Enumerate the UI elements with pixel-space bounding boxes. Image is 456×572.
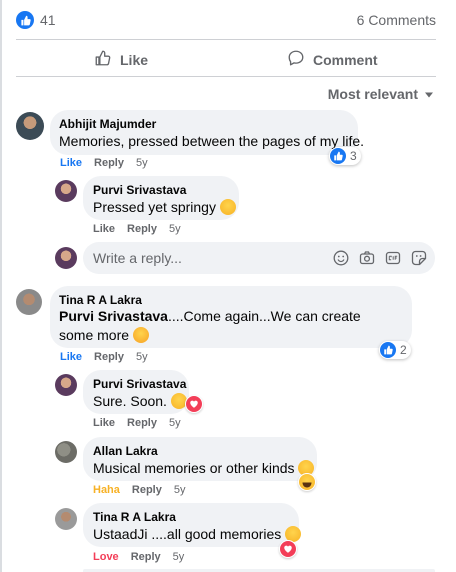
like-reaction-icon [330, 148, 346, 164]
comment-text: Sure. Soon. [93, 392, 187, 411]
comment-author[interactable]: Tina R A Lakra [59, 292, 142, 308]
reaction-summary[interactable]: 41 [16, 11, 56, 29]
comments-count[interactable]: 6 Comments [357, 12, 436, 28]
comment-reply-link[interactable]: Reply [131, 551, 161, 563]
heart-icon [186, 396, 202, 412]
comment-bubble-3: Tina R A Lakra Purvi Srivastava....Come … [50, 286, 412, 348]
comment-reactions-1[interactable]: 3 [329, 147, 361, 165]
comment-reply-link[interactable]: Reply [132, 484, 162, 496]
comment-like-link[interactable]: Haha [93, 484, 120, 496]
sort-dropdown[interactable]: Most relevant [328, 86, 434, 102]
comment-author[interactable]: Purvi Srivastava [93, 182, 186, 198]
comment-reply-link[interactable]: Reply [94, 351, 124, 363]
comment-meta-1: Like Reply 5y [60, 157, 148, 169]
divider-top [16, 39, 436, 40]
like-thumb-icon [94, 49, 112, 70]
comment-text: Pressed yet springy [93, 198, 236, 217]
avatar-tina[interactable] [55, 508, 77, 530]
comment-meta-3: Like Reply 5y [60, 351, 148, 363]
divider-bottom [16, 76, 436, 77]
comment-author[interactable]: Allan Lakra [93, 443, 158, 459]
comment-text-content: Sure. Soon. [93, 393, 167, 409]
comment-like-link[interactable]: Like [60, 351, 82, 363]
avatar-purvi[interactable] [55, 180, 77, 202]
comment-text-content: Musical memories or other kinds [93, 460, 295, 476]
avatar-tina[interactable] [16, 289, 42, 315]
comment-timestamp[interactable]: 5y [173, 551, 185, 563]
gif-icon[interactable] [385, 250, 401, 266]
avatar-current-user [55, 247, 77, 269]
reaction-count: 2 [400, 343, 407, 357]
comment-text-content: UstaadJi ....all good memories [93, 526, 282, 542]
left-border [0, 0, 2, 572]
comment-reply-link[interactable]: Reply [127, 417, 157, 429]
comment-like-link[interactable]: Like [93, 417, 115, 429]
comment-text: Musical memories or other kinds [93, 459, 315, 478]
heart-icon [280, 541, 296, 557]
like-button[interactable]: Like [94, 49, 148, 70]
smile-emoji-icon [219, 199, 236, 215]
comment-button-label: Comment [313, 51, 378, 68]
love-reaction-badge[interactable] [185, 395, 203, 413]
reply-placeholder: Write a reply... [93, 250, 182, 266]
comment-like-link[interactable]: Love [93, 551, 119, 563]
reply-tools [333, 250, 427, 266]
like-reaction-icon [380, 342, 396, 358]
comment-author[interactable]: Abhijit Majumder [59, 116, 156, 132]
comment-text: Memories, pressed between the pages of m… [59, 133, 365, 149]
comment-reply-link[interactable]: Reply [127, 223, 157, 235]
likes-count: 41 [40, 12, 56, 28]
comment-bubble-5: Allan Lakra Musical memories or other ki… [83, 437, 317, 481]
comment-button[interactable]: Comment [287, 49, 378, 70]
camera-icon[interactable] [359, 250, 375, 266]
kiss-emoji-icon [132, 327, 149, 343]
comment-bubble-6: Tina R A Lakra UstaadJi ....all good mem… [83, 503, 302, 547]
comment-text-content: Pressed yet springy [93, 199, 216, 215]
avatar-allan[interactable] [55, 441, 77, 463]
comment-timestamp[interactable]: 5y [174, 484, 186, 496]
comment-text: Purvi Srivastava....Come again...We can … [59, 307, 379, 345]
comment-author[interactable]: Purvi Srivastava [93, 376, 186, 392]
comment-meta-4: Like Reply 5y [93, 417, 181, 429]
reply-input[interactable]: Write a reply... [83, 242, 435, 274]
comment-text: UstaadJi ....all good memories [93, 525, 302, 544]
sort-label: Most relevant [327, 86, 418, 102]
haha-reaction-badge[interactable] [298, 473, 316, 491]
mention-link[interactable]: Purvi Srivastava [59, 308, 168, 324]
comment-reply-link[interactable]: Reply [94, 157, 124, 169]
sticker-icon[interactable] [411, 250, 427, 266]
comment-meta-2: Like Reply 5y [93, 223, 181, 235]
avatar-purvi[interactable] [55, 374, 77, 396]
comment-icon [287, 49, 305, 70]
like-button-label: Like [120, 51, 149, 68]
comment-timestamp[interactable]: 5y [169, 417, 181, 429]
chevron-down-icon [424, 86, 434, 102]
comment-author[interactable]: Tina R A Lakra [93, 509, 176, 525]
comment-like-link[interactable]: Like [93, 223, 115, 235]
like-reaction-icon [16, 11, 34, 29]
comment-timestamp[interactable]: 5y [136, 351, 148, 363]
comment-like-link[interactable]: Like [60, 157, 82, 169]
emoji-icon[interactable] [333, 250, 349, 266]
comment-reactions-3[interactable]: 2 [379, 341, 411, 359]
haha-icon [299, 474, 315, 490]
reaction-count: 3 [350, 149, 357, 163]
comment-bubble-1: Abhijit Majumder Memories, pressed betwe… [50, 110, 364, 155]
comment-bubble-4: Purvi Srivastava Sure. Soon. [83, 370, 189, 414]
love-reaction-badge[interactable] [279, 540, 297, 558]
comment-meta-5: Haha Reply 5y [93, 484, 186, 496]
comment-timestamp[interactable]: 5y [169, 223, 181, 235]
comment-timestamp[interactable]: 5y [136, 157, 148, 169]
avatar-abhijit[interactable] [16, 112, 44, 140]
comment-bubble-2: Purvi Srivastava Pressed yet springy [83, 176, 239, 220]
comment-meta-6: Love Reply 5y [93, 551, 184, 563]
